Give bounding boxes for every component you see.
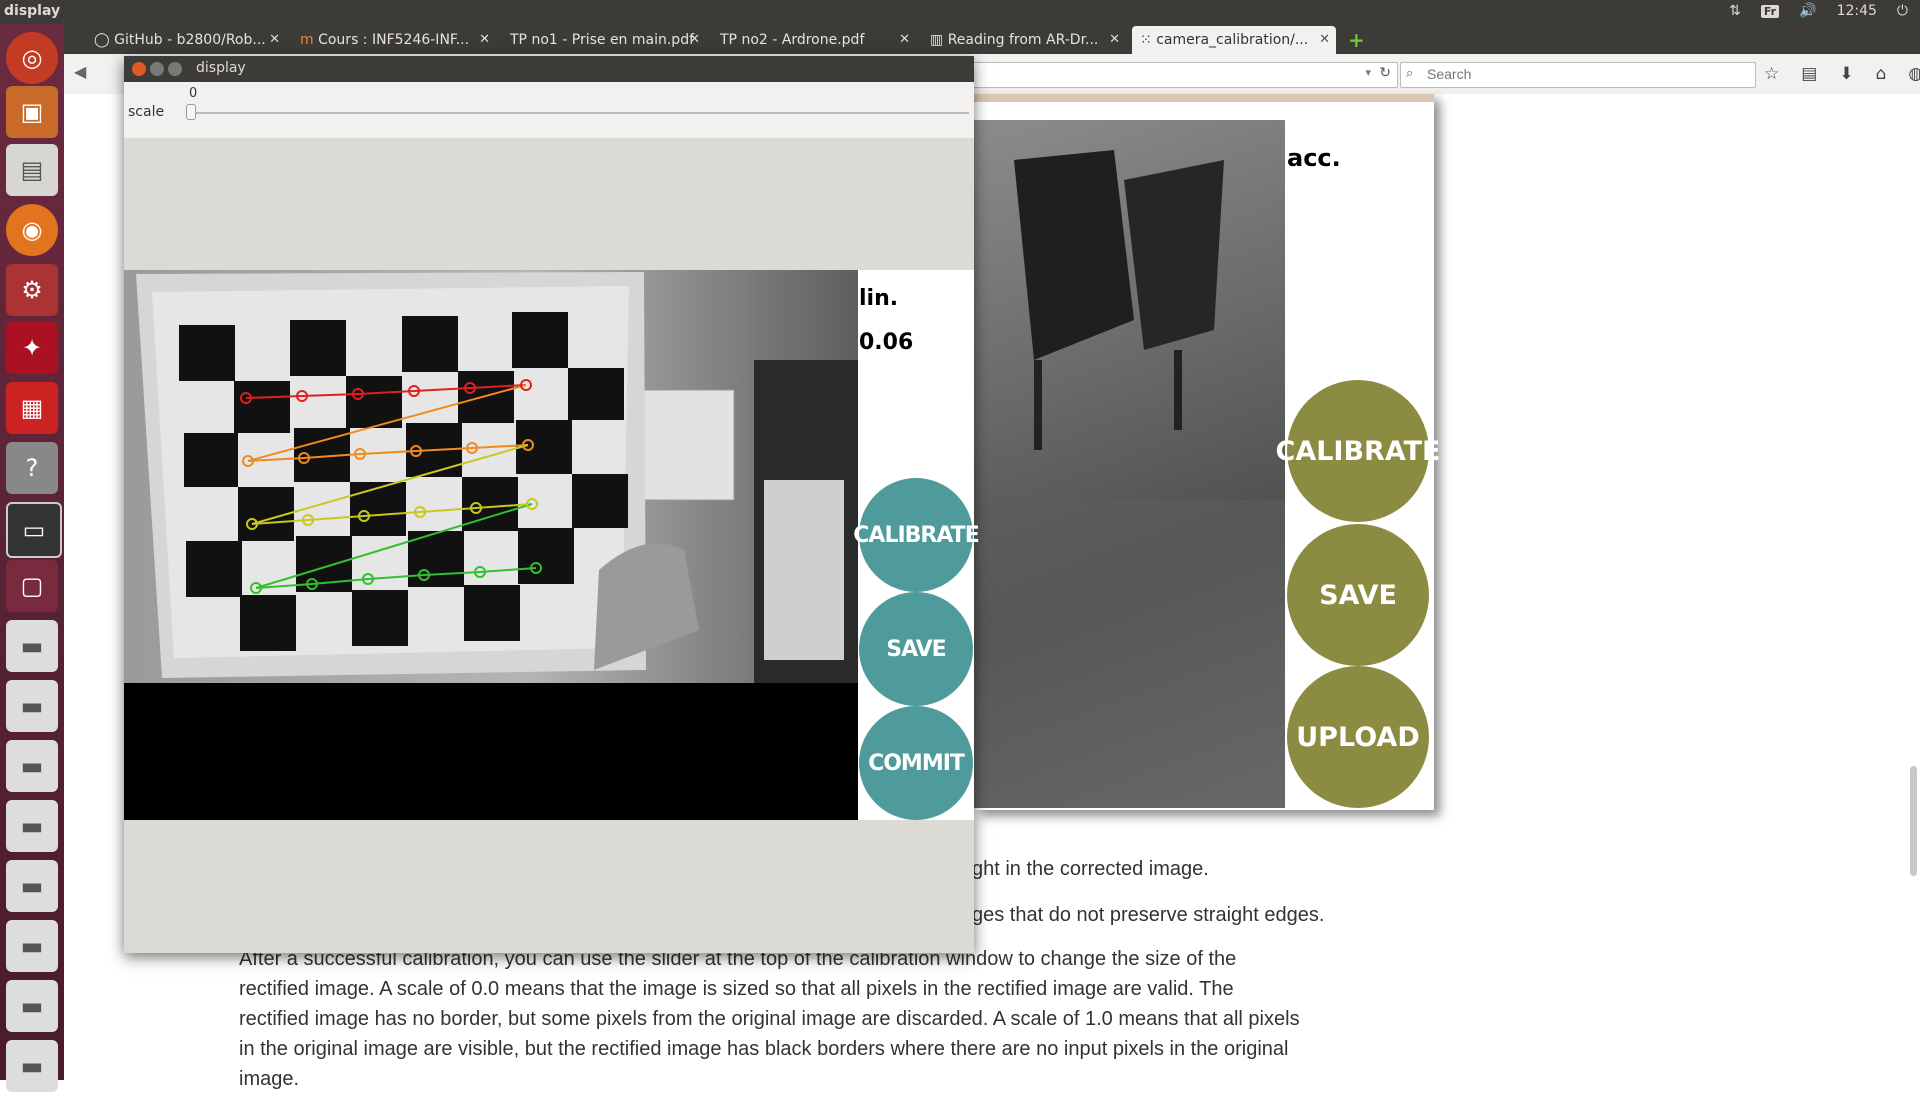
tab-tp2[interactable]: TP no2 - Ardrone.pdf ✕ [712,26,916,54]
home-icon[interactable]: ⌂ [1876,64,1887,84]
minimize-icon[interactable] [150,62,164,76]
camera-image [124,270,858,683]
window-titlebar[interactable]: display [124,56,974,82]
close-tab-icon[interactable]: ✕ [269,32,280,47]
display-window-icon[interactable]: ▭ [6,502,62,558]
scale-slider-bar: 0 scale [124,82,974,138]
firefox-icon[interactable]: ◉ [6,204,58,256]
bookmark-star-icon[interactable]: ☆ [1764,64,1779,84]
doc-line: ght in the corrected image. [972,858,1209,880]
clock[interactable]: 12:45 [1837,3,1877,19]
tab-tp1[interactable]: TP no1 - Prise en main.pdf ✕ [502,26,706,54]
network-icon[interactable]: ⇅ [1729,3,1741,19]
drive-icon[interactable]: ▬ [6,800,58,852]
bg-upload-button: UPLOAD [1287,666,1429,808]
close-tab-icon[interactable]: ✕ [689,32,700,47]
scrollbar-thumb[interactable] [1910,766,1917,876]
search-input[interactable] [1425,65,1749,83]
settings-icon[interactable]: ⚙ [6,264,58,316]
slider-label: scale [128,104,165,120]
drive-icon[interactable]: ▬ [6,980,58,1032]
drive-icon[interactable]: ▬ [6,620,58,672]
dropdown-icon[interactable]: ▾ [1365,66,1371,79]
keyboard-layout-indicator[interactable]: Fr [1760,4,1780,18]
close-tab-icon[interactable]: ✕ [899,32,910,47]
tab-cours[interactable]: m Cours : INF5246-INF... ✕ [292,26,496,54]
back-icon[interactable]: ◀ [74,62,86,81]
top-panel: display ⇅ Fr 🔊 12:45 ⏻ [0,0,1920,24]
calibration-screenshot: acc. CALIBRATE SAVE UPLOAD [974,94,1441,810]
close-tab-icon[interactable]: ✕ [479,32,490,47]
system-tray: ⇅ Fr 🔊 12:45 ⏻ [1729,3,1908,19]
help-icon[interactable]: ? [6,442,58,494]
moodle-icon: m [300,32,319,48]
launcher: ◎ ▣ ▤ ◉ ⚙ ✦ ▦ ? ▭ ▢ ▬ ▬ ▬ ▬ ▬ ▬ ▬ ▬ [0,24,64,1092]
toolbar-icons: ☆ ▤ ⬇ ⌂ ◍ ☰ [1764,64,1920,84]
doc-paragraph-line: rectified image has no border, but some … [239,1008,1300,1030]
bg-acc-label: acc. [1287,144,1341,172]
maximize-icon[interactable] [168,62,182,76]
tab-bar: ◯ GitHub - b2800/Rob... ✕ m Cours : INF52… [64,24,1920,54]
book-icon: ▥ [930,32,948,48]
display-window: display 0 scale lin. 0.06 CALIBRATE SAVE… [124,56,980,953]
terminal-app-icon[interactable]: ▦ [6,382,58,434]
bg-save-button: SAVE [1287,524,1429,666]
dash-icon[interactable]: ◎ [6,32,58,84]
reload-icon[interactable]: ↻ [1379,65,1391,81]
drive-icon[interactable]: ▬ [6,860,58,912]
doc-paragraph-line: in the original image are visible, but t… [239,1038,1289,1060]
workspace-switcher-icon[interactable]: ▢ [6,560,58,612]
image-border [124,683,858,820]
drive-icon[interactable]: ▬ [6,920,58,972]
checkerboard-image [124,270,858,683]
calibration-side-panel: lin. 0.06 CALIBRATE SAVE COMMIT [853,270,980,820]
drive-icon[interactable]: ▬ [6,740,58,792]
power-icon[interactable]: ⏻ [1897,3,1908,19]
commit-button[interactable]: COMMIT [859,706,973,820]
doc-paragraph-line: image. [239,1068,300,1090]
new-tab-icon[interactable]: + [1348,28,1365,52]
bg-calibrate-button: CALIBRATE [1276,380,1441,522]
slider-value: 0 [189,86,198,101]
linearity-label: lin. [859,286,899,311]
doc-line: ges that do not preserve straight edges. [972,904,1325,926]
close-tab-icon[interactable]: ✕ [1319,32,1330,47]
scrollbar[interactable] [1906,94,1920,1080]
doc-paragraph-line: rectified image. A scale of 0.0 means th… [239,978,1234,1000]
github-icon: ◯ [94,32,115,48]
files-icon[interactable]: ▤ [6,144,58,196]
volume-icon[interactable]: 🔊 [1799,3,1816,19]
tab-reading[interactable]: ▥ Reading from AR-Dr... ✕ [922,26,1126,54]
linearity-value: 0.06 [859,330,914,355]
reading-list-icon[interactable]: ▤ [1801,64,1817,84]
url-bar[interactable]: ▾ ↻ [934,62,1398,88]
close-icon[interactable] [132,62,146,76]
office-photo [974,120,1285,808]
chat-icon[interactable]: ◍ [1908,64,1920,84]
download-icon[interactable]: ⬇ [1839,64,1853,84]
scale-slider-track[interactable] [189,112,969,114]
search-bar[interactable]: ⌕ [1400,62,1756,88]
software-center-icon[interactable]: ▣ [6,86,58,138]
tab-camera-calibration[interactable]: ⁙ camera_calibration/... ✕ [1132,26,1336,54]
rviz-icon[interactable]: ✦ [6,322,58,374]
window-title: display [196,60,246,76]
tab-github[interactable]: ◯ GitHub - b2800/Rob... ✕ [86,26,286,54]
scale-slider-knob[interactable] [186,104,196,120]
drive-icon[interactable]: ▬ [6,680,58,732]
search-icon: ⌕ [1406,66,1414,81]
active-app-title: display [4,3,61,19]
save-button[interactable]: SAVE [859,592,973,706]
grid-icon: ⁙ [1140,32,1157,48]
close-tab-icon[interactable]: ✕ [1109,32,1120,47]
calibrate-button[interactable]: CALIBRATE [853,478,980,592]
drive-icon[interactable]: ▬ [6,1040,58,1092]
